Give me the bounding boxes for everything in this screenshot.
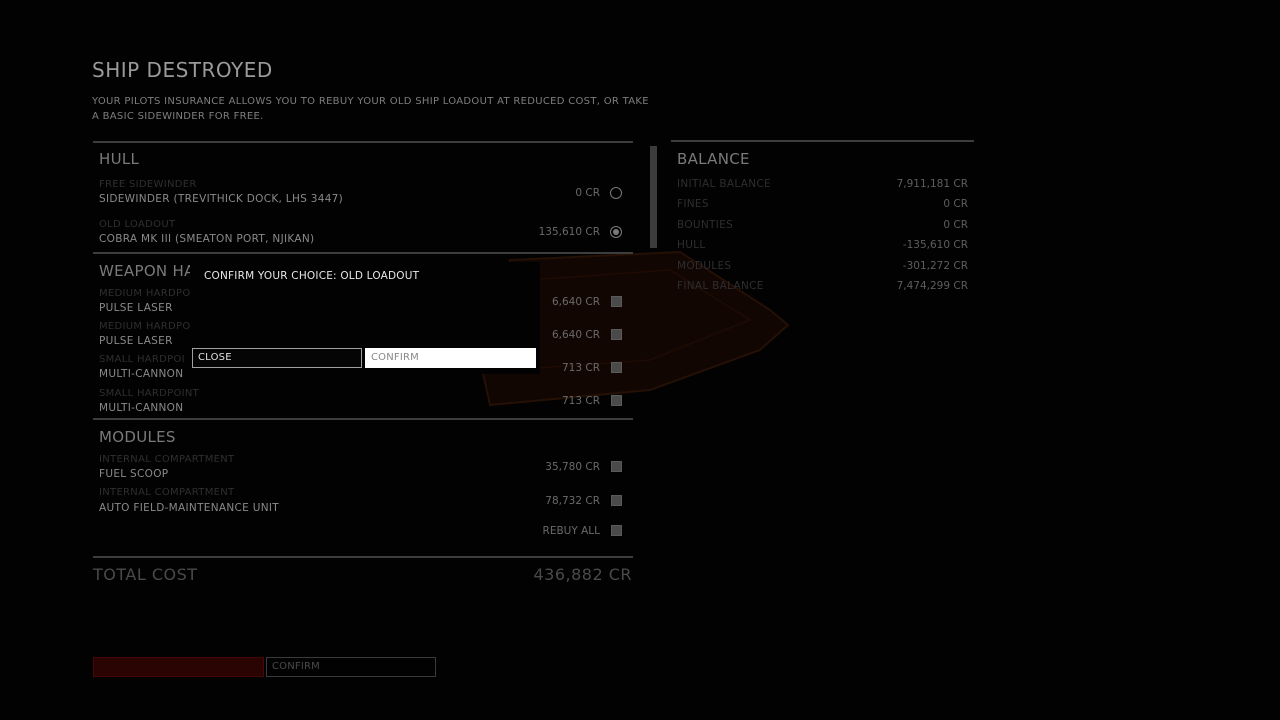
module-category: INTERNAL COMPARTMENT [99,454,235,465]
weapon-rebuy-checkbox[interactable] [611,362,622,373]
hull-section-title: HULL [99,150,140,168]
total-cost-label: TOTAL COST [93,565,198,584]
module-price: 78,732 CR [545,495,600,507]
module-category: INTERNAL COMPARTMENT [99,487,235,498]
balance-row-value: 0 CR [943,198,968,210]
balance-row-label: MODULES [677,260,732,272]
module-rebuy-checkbox[interactable] [611,461,622,472]
balance-row-label: HULL [677,239,706,251]
module-name: FUEL SCOOP [99,468,169,480]
confirm-dialog-message: CONFIRM YOUR CHOICE: OLD LOADOUT [204,270,420,282]
balance-row-value: 0 CR [943,219,968,231]
hull-option-price: 0 CR [575,187,600,199]
weapons-section-title: WEAPON HA [99,262,195,280]
module-name: AUTO FIELD-MAINTENANCE UNIT [99,502,279,514]
weapon-rebuy-checkbox[interactable] [611,329,622,340]
module-rebuy-checkbox[interactable] [611,495,622,506]
total-divider [93,556,633,558]
weapon-name: PULSE LASER [99,335,173,347]
balance-row-value: -135,610 CR [902,239,968,251]
hull-option-name: SIDEWINDER (TREVITHICK DOCK, LHS 3447) [99,193,344,205]
hull-option-category: FREE SIDEWINDER [99,179,197,190]
balance-top-divider [671,140,974,142]
weapon-category: MEDIUM HARDPO [99,288,191,299]
page-description: YOUR PILOTS INSURANCE ALLOWS YOU TO REBU… [92,96,649,122]
footer-confirm-button[interactable]: CONFIRM [266,657,436,677]
balance-row-value: -301,272 CR [902,260,968,272]
page-title: SHIP DESTROYED [92,58,273,82]
balance-section-title: BALANCE [677,150,750,168]
dialog-close-button[interactable]: CLOSE [192,348,362,368]
hull-top-divider [93,141,633,143]
footer-red-button[interactable] [93,657,264,677]
weapon-name: MULTI-CANNON [99,402,184,414]
hull-option-category: OLD LOADOUT [99,219,176,230]
weapons-divider [93,252,633,254]
weapon-category: SMALL HARDPOINT [99,388,200,399]
scrollbar[interactable] [650,146,657,248]
dialog-confirm-button[interactable]: CONFIRM [365,348,536,368]
hull-option-name: COBRA MK III (SMEATON PORT, NJIKAN) [99,233,315,245]
rebuy-all-checkbox[interactable] [611,525,622,536]
weapon-name: MULTI-CANNON [99,368,184,380]
weapon-category: SMALL HARDPOI [99,354,185,365]
weapon-rebuy-checkbox[interactable] [611,296,622,307]
balance-row-value: 7,474,299 CR [896,280,968,292]
total-cost-value: 436,882 CR [533,565,632,584]
balance-row-label: BOUNTIES [677,219,734,231]
modules-section-title: MODULES [99,428,176,446]
balance-row-value: 7,911,181 CR [896,178,968,190]
weapon-price: 713 CR [561,395,600,407]
weapon-category: MEDIUM HARDPO [99,321,191,332]
hull-option-price: 135,610 CR [538,226,600,238]
hull-option-radio[interactable] [610,187,622,199]
weapon-name: PULSE LASER [99,302,173,314]
rebuy-all-label: REBUY ALL [542,525,600,537]
balance-row-label: INITIAL BALANCE [677,178,771,190]
hull-option-radio-selected[interactable] [610,226,622,238]
balance-row-label: FINES [677,198,709,210]
weapon-rebuy-checkbox[interactable] [611,395,622,406]
modules-divider [93,418,633,420]
module-price: 35,780 CR [545,461,600,473]
balance-row-label: FINAL BALANCE [677,280,764,292]
